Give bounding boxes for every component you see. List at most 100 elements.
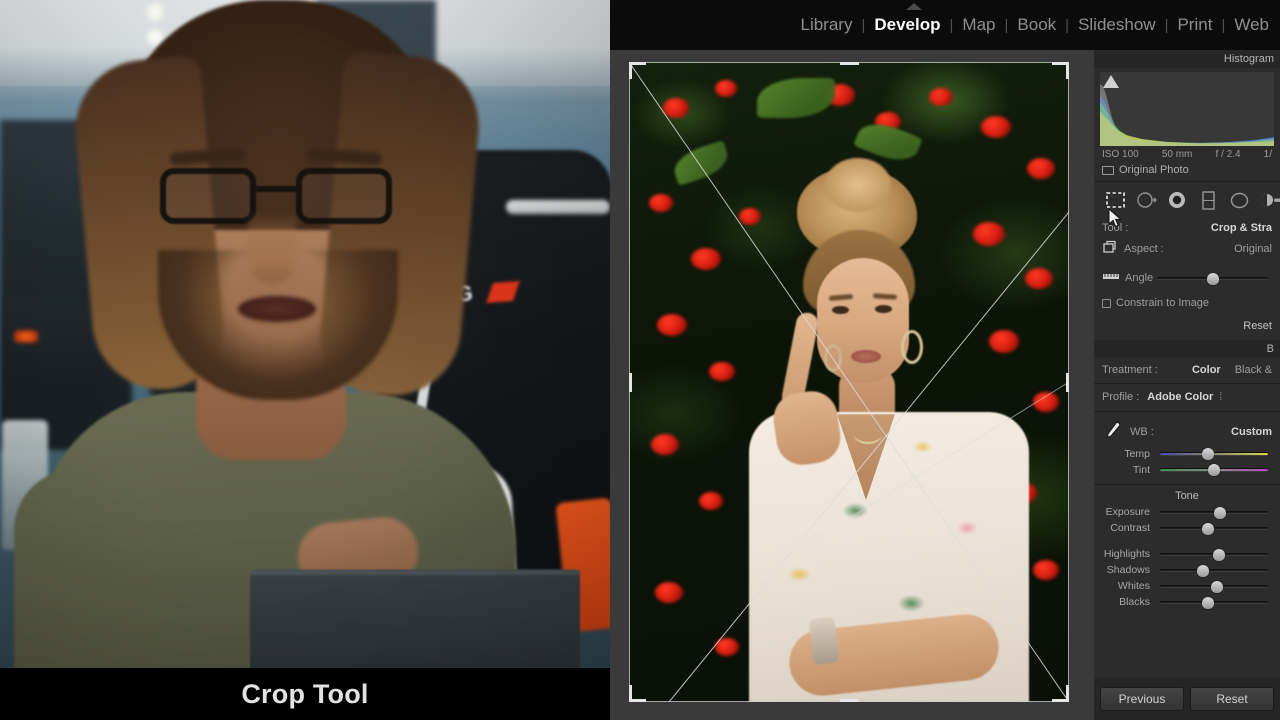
basic-panel-title[interactable]: B [1094,340,1280,358]
previous-button[interactable]: Previous [1100,687,1184,711]
tint-label: Tint [1132,464,1150,476]
white-balance-row: WB : Custom [1094,412,1280,446]
wb-label: WB : [1130,425,1154,438]
contrast-slider-knob[interactable] [1201,522,1214,535]
constrain-checkbox[interactable] [1102,298,1111,308]
red-eye-correction-tool-icon[interactable] [1167,190,1188,211]
module-map[interactable]: Map [953,15,1004,35]
module-book[interactable]: Book [1008,15,1065,35]
temp-slider-knob[interactable] [1201,448,1214,460]
flower [699,492,723,510]
flower [981,116,1011,138]
mouse-cursor-icon [1108,207,1123,233]
whites-slider[interactable] [1160,580,1268,593]
profile-value[interactable]: Adobe Color [1147,391,1213,403]
straighten-tool-icon[interactable] [1102,270,1120,286]
module-library[interactable]: Library [792,15,862,35]
photo-thumbnail-icon [1102,165,1114,175]
temp-slider-row: Temp [1094,446,1280,462]
subject-watch [808,616,840,666]
image-canvas[interactable] [610,50,1094,720]
flower [663,98,689,118]
histogram-panel-title[interactable]: Histogram [1094,50,1280,68]
original-photo-row[interactable]: Original Photo [1094,161,1280,181]
adjustment-brush-tool-icon[interactable] [1260,190,1280,211]
exif-iso: ISO 100 [1102,149,1139,160]
caption-text: Crop Tool [241,678,369,709]
histogram[interactable] [1100,72,1274,146]
module-web[interactable]: Web [1225,15,1278,35]
highlights-slider[interactable] [1160,548,1268,561]
module-print[interactable]: Print [1168,15,1221,35]
subject-earring [901,330,923,364]
lightroom-body: Histogram ISO 100 50 mm f / 2.4 1/ Origi… [610,50,1280,720]
contrast-slider[interactable] [1160,522,1268,535]
angle-slider-knob[interactable] [1206,272,1219,285]
shadow-clipping-indicator-icon[interactable] [1103,75,1119,88]
profile-dropdown-icon[interactable]: ⁞ [1219,391,1222,403]
flower [1027,158,1055,179]
flower [1033,560,1059,580]
exposure-slider[interactable] [1160,506,1268,519]
temp-slider[interactable] [1160,448,1268,460]
crop-reset-button[interactable]: Reset [1243,320,1272,332]
shadows-slider[interactable] [1160,564,1268,577]
profile-label: Profile : [1102,391,1140,403]
whites-slider-knob[interactable] [1211,580,1224,593]
angle-slider[interactable] [1157,272,1268,285]
panel-toggle-arrow-icon[interactable] [906,3,922,10]
histogram-curve [1100,84,1274,146]
spot-removal-tool-icon[interactable] [1136,190,1157,211]
exif-focal-length: 50 mm [1161,149,1193,160]
tint-slider[interactable] [1160,464,1268,476]
subject-necklace [853,422,883,444]
whites-slider-row: Whites [1094,578,1280,594]
subject-eye [875,305,892,313]
profile-row: Profile : Adobe Color ⁞ [1094,384,1280,406]
flower [709,362,735,381]
photo-image [629,62,1069,702]
exposure-slider-knob[interactable] [1214,506,1227,519]
screen-root: ACING Crop Tool Library|Develop|Map|B [0,0,1280,720]
module-top-bar: Library | Develop | Map | Book | Slideshow | Print… [610,0,1280,50]
exif-shutter-speed: 1/ [1263,149,1272,160]
aspect-lock-icon[interactable] [1102,240,1118,258]
exposure-slider-row: Exposure [1094,504,1280,520]
panel-footer-buttons: Previous Reset [1094,678,1280,720]
flower [655,582,683,603]
highlights-slider-row: Highlights [1094,546,1280,562]
highlights-label: Highlights [1103,548,1150,560]
radial-filter-tool-icon[interactable] [1229,190,1250,211]
flower [1025,268,1053,289]
crop-tool-value[interactable]: Crop & Stra [1211,222,1272,234]
contrast-label: Contrast [1110,522,1150,534]
reset-button[interactable]: Reset [1190,687,1274,711]
flower [649,194,673,212]
module-slideshow[interactable]: Slideshow [1069,15,1165,35]
tint-slider-row: Tint [1094,462,1280,478]
blacks-slider[interactable] [1160,596,1268,609]
contrast-slider-row: Contrast [1094,520,1280,536]
graduated-filter-tool-icon[interactable] [1198,190,1219,211]
treatment-label: Treatment : [1102,364,1158,376]
aspect-label: Aspect : [1124,243,1164,255]
constrain-to-image-row[interactable]: Constrain to Image [1094,289,1280,312]
highlights-slider-knob[interactable] [1213,548,1226,561]
module-picker: Library | Develop | Map | Book | Slideshow | Print… [792,15,1280,35]
crop-aspect-row: Aspect : Original [1094,237,1280,261]
original-photo-label: Original Photo [1119,164,1189,176]
blacks-label: Blacks [1119,596,1150,608]
tint-slider-knob[interactable] [1208,464,1220,476]
treatment-color-option[interactable]: Color [1192,364,1221,376]
caption-bar: Crop Tool [0,668,610,720]
eyedropper-icon[interactable] [1102,420,1122,443]
subject-eye [832,306,849,314]
shadows-slider-knob[interactable] [1197,564,1210,577]
treatment-bw-option[interactable]: Black & [1235,364,1272,376]
wb-value[interactable]: Custom [1231,426,1272,438]
module-develop[interactable]: Develop [865,15,949,35]
temp-label: Temp [1124,448,1150,460]
exposure-label: Exposure [1105,506,1150,518]
aspect-value[interactable]: Original [1234,243,1272,255]
blacks-slider-knob[interactable] [1201,596,1214,609]
